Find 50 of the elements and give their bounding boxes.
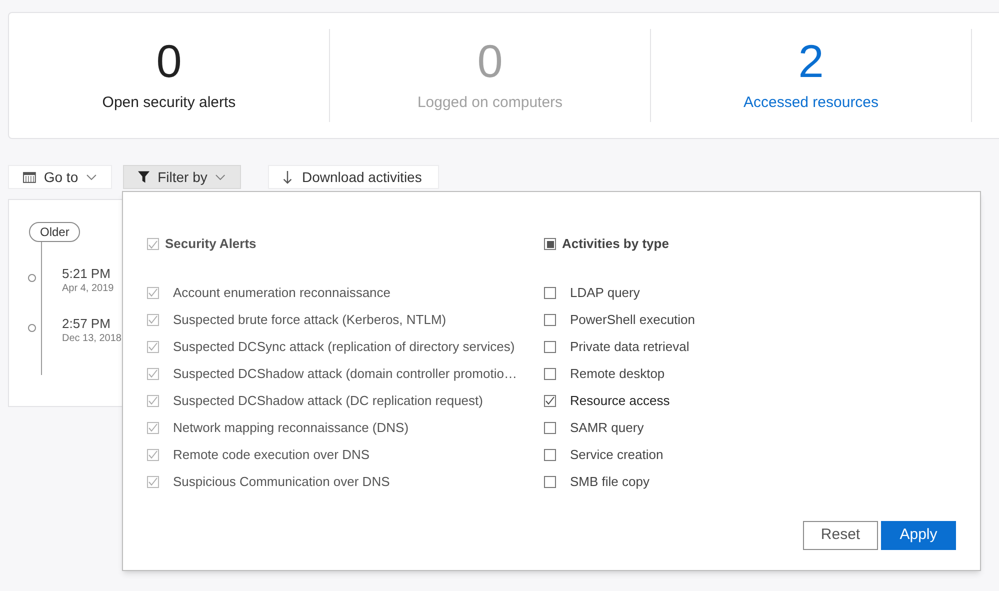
filter-option-label: Suspected DCShadow attack (DC replication request) [173, 392, 483, 410]
calendar-icon [23, 171, 36, 183]
apply-button[interactable]: Apply [881, 521, 956, 550]
stat-label: Open security alerts [102, 93, 236, 114]
event-date: Dec 13, 2018 [62, 332, 122, 346]
checkbox[interactable] [544, 422, 556, 434]
group-title: Security Alerts [165, 235, 256, 254]
filter-option-label: Remote desktop [570, 364, 665, 383]
filter-option-label: Suspected DCShadow attack (domain controller promotio… [173, 364, 517, 383]
filter-option-label: Remote code execution over DNS [173, 446, 370, 464]
funnel-icon [138, 171, 150, 183]
reset-button[interactable]: Reset [803, 521, 878, 550]
checkbox[interactable] [544, 394, 556, 406]
filter-by-button[interactable]: Filter by [123, 165, 241, 189]
event-time: 2:57 PM [62, 316, 112, 332]
checkbox[interactable] [544, 448, 556, 460]
stat-value: 2 [798, 36, 824, 86]
go-to-button[interactable]: Go to [8, 165, 112, 189]
checkbox[interactable] [544, 368, 556, 380]
filter-option-label: Service creation [570, 446, 664, 464]
group-title: Activities by type [562, 235, 669, 254]
filter-option-label: Account enumeration reconnaissance [173, 284, 391, 302]
event-date: Apr 4, 2019 [62, 282, 114, 296]
filter-option-label: Suspected DCSync attack (replication of directory services) [173, 338, 515, 356]
timeline-node-icon [28, 274, 36, 282]
stat-value: 0 [156, 36, 182, 86]
chevron-down-icon [86, 174, 97, 180]
filter-option-label: SAMR query [570, 418, 644, 437]
checkbox[interactable] [544, 286, 556, 298]
filter-option-label: Network mapping reconnaissance (DNS) [173, 418, 409, 437]
checkbox[interactable] [544, 238, 556, 250]
stat-label: Logged on computers [417, 93, 563, 114]
stat-value: 0 [477, 36, 503, 86]
filter-option-label: Suspicious Communication over DNS [173, 472, 390, 491]
chevron-down-icon [215, 174, 226, 180]
filter-option-label: SMB file copy [570, 472, 650, 491]
timeline-node-icon [28, 324, 36, 332]
filter-option-label: Suspected brute force attack (Kerberos, NTLM) [173, 310, 446, 329]
checkbox[interactable] [544, 476, 556, 488]
older-pill[interactable]: Older [29, 222, 80, 242]
download-arrow-icon [283, 170, 292, 184]
filter-option-label: LDAP query [570, 284, 640, 302]
checkbox[interactable] [544, 340, 556, 352]
filter-option-label: Resource access [570, 392, 670, 410]
event-time: 5:21 PM [62, 266, 112, 282]
filter-option-label: PowerShell execution [570, 310, 696, 329]
filter-option-label: Private data retrieval [570, 338, 690, 356]
checkbox[interactable] [544, 314, 556, 326]
download-activities-button[interactable]: Download activities [268, 165, 439, 189]
stat-link[interactable]: Accessed resources [743, 92, 879, 115]
